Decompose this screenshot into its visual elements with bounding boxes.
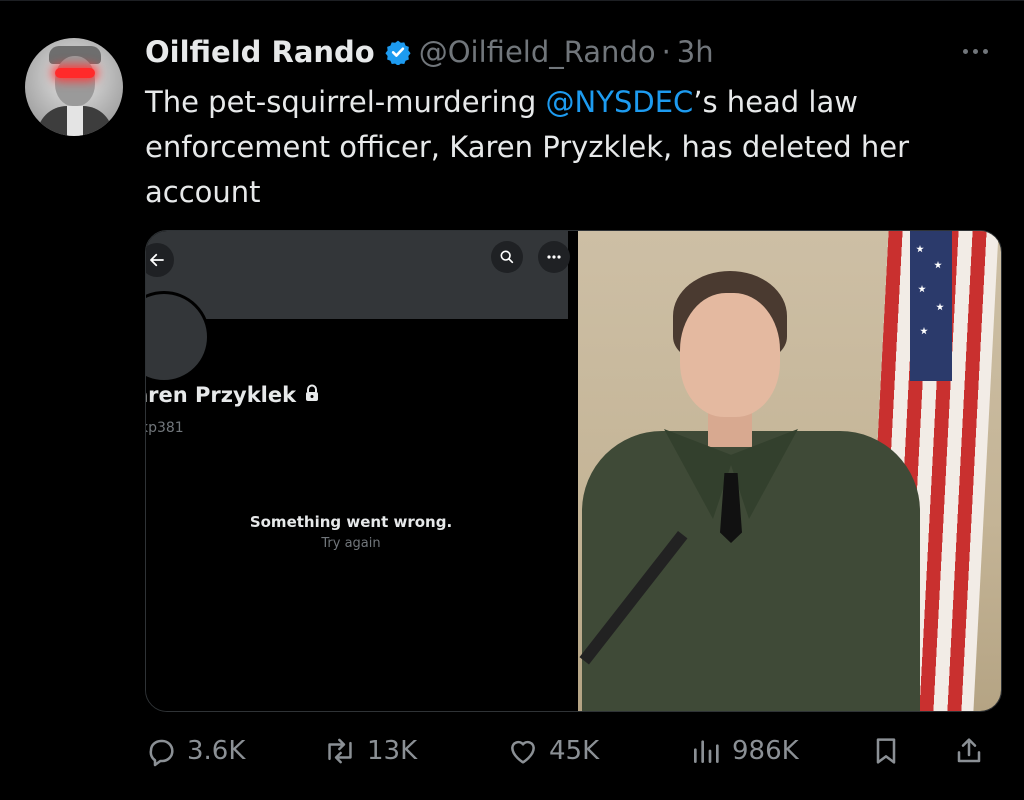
verified-badge-icon[interactable] — [385, 39, 411, 65]
reply-icon — [145, 735, 177, 767]
profile-more-icon — [538, 241, 570, 273]
like-button[interactable]: 45K — [507, 726, 599, 776]
profile-handle: kp381 — [146, 420, 184, 436]
lock-icon — [304, 383, 320, 407]
action-bar: 3.6K 13K 45K 986K — [145, 726, 1000, 776]
error-message: Something went wrong. — [249, 513, 453, 531]
author-handle[interactable]: @Oilfield_Rando — [419, 35, 656, 69]
author-name[interactable]: Oilfield Rando — [145, 35, 375, 69]
share-icon — [953, 735, 985, 767]
more-dot — [962, 48, 968, 54]
profile-name-text: aren Przyklek — [146, 383, 297, 407]
like-count: 45K — [549, 736, 600, 766]
flag-star — [934, 261, 942, 269]
views-icon — [690, 735, 722, 767]
tweet-text-before: The pet-squirrel-murdering — [145, 85, 546, 119]
avatar-face — [55, 56, 95, 106]
repost-button[interactable]: 13K — [323, 726, 417, 776]
more-icon[interactable] — [955, 36, 995, 66]
reply-button[interactable]: 3.6K — [145, 726, 245, 776]
tweet-header: Oilfield Rando @Oilfield_Rando · 3h — [145, 32, 995, 72]
repost-icon — [323, 735, 357, 767]
media-profile-screenshot[interactable]: aren Przyklek kp381 Something went wrong… — [146, 231, 576, 711]
more-dot — [982, 48, 988, 54]
separator-dot: · — [661, 35, 671, 69]
profile-name: aren Przyklek — [146, 383, 320, 407]
officer-face — [680, 293, 780, 417]
top-divider — [0, 0, 1024, 1]
flag-canton — [910, 231, 952, 381]
bookmark-icon — [870, 735, 902, 767]
mention-link[interactable]: @NYSDEC — [546, 85, 694, 119]
tweet-time[interactable]: 3h — [677, 35, 714, 69]
avatar-shirt — [67, 106, 83, 136]
search-icon — [491, 241, 523, 273]
like-icon — [507, 735, 539, 767]
flag-star — [936, 303, 944, 311]
tweet-media[interactable]: aren Przyklek kp381 Something went wrong… — [145, 230, 1002, 712]
flag-star — [916, 245, 924, 253]
views-button[interactable]: 986K — [690, 726, 799, 776]
avatar-laser-eyes — [55, 68, 95, 78]
media-officer-photo[interactable] — [578, 231, 1001, 711]
share-button[interactable] — [953, 726, 985, 776]
avatar[interactable] — [25, 38, 123, 136]
flag-star — [918, 285, 926, 293]
views-count: 986K — [732, 736, 799, 766]
try-again-link: Try again — [321, 536, 381, 551]
flag-star — [920, 327, 928, 335]
more-dot — [972, 48, 978, 54]
repost-count: 13K — [367, 736, 418, 766]
tweet-text: The pet-squirrel-murdering @NYSDEC’s hea… — [145, 80, 995, 215]
bookmark-button[interactable] — [870, 726, 902, 776]
reply-count: 3.6K — [187, 736, 246, 766]
